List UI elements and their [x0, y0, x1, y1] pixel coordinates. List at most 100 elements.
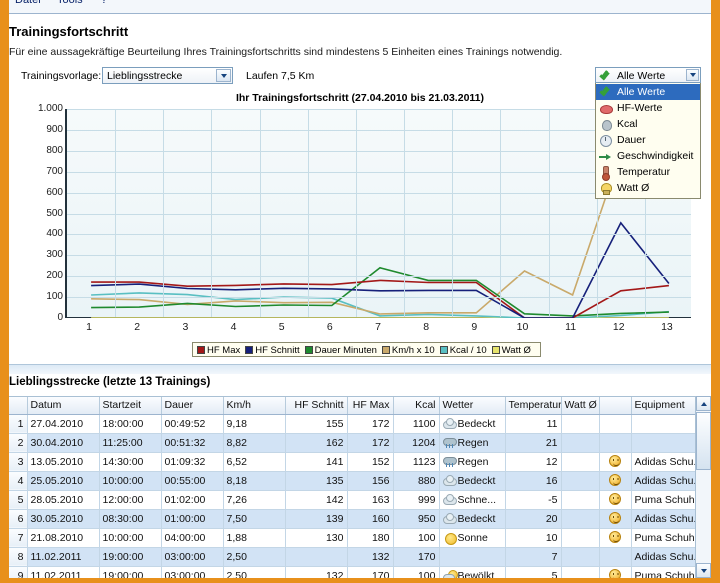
cell-kmh[interactable]: 2,50	[223, 547, 286, 567]
cell-startzeit[interactable]: 14:30:00	[99, 452, 162, 472]
table-row[interactable]: 8 11.02.2011 19:00:00 03:00:00 2,50 132 170 7 Ad…	[9, 547, 711, 567]
series-option-kcal[interactable]: Kcal	[596, 116, 700, 132]
cell-watt[interactable]	[561, 490, 600, 510]
table-row[interactable]: 2 30.04.2010 11:25:00 00:51:32 8,82 162 172 120…	[9, 433, 711, 453]
cell-wetter[interactable]: Schne...	[439, 490, 506, 510]
cell-hf-schnitt[interactable]: 142	[285, 490, 348, 510]
series-filter-dropdown-list[interactable]: Alle Werte HF-Werte Kcal Dauer Geschwind…	[595, 83, 701, 199]
cell-temperatur[interactable]: 7	[505, 547, 562, 567]
cell-kmh[interactable]: 9,18	[223, 414, 286, 434]
cell-hf-max[interactable]: 160	[347, 509, 394, 529]
scrollbar-thumb[interactable]	[696, 412, 711, 470]
cell-wetter[interactable]: Bedeckt	[439, 414, 506, 434]
table-header-startzeit[interactable]: Startzeit	[99, 397, 162, 415]
row-number-cell[interactable]: 3	[9, 452, 28, 472]
scroll-up-button[interactable]	[696, 396, 711, 411]
cell-hf-schnitt[interactable]: 139	[285, 509, 348, 529]
series-option-temperatur[interactable]: Temperatur	[596, 164, 700, 181]
cell-kcal[interactable]: 1204	[393, 433, 440, 453]
series-option-alle-werte[interactable]: Alle Werte	[596, 84, 700, 100]
cell-kcal[interactable]: 880	[393, 471, 440, 491]
cell-wetter[interactable]: Sonne	[439, 528, 506, 548]
cell-hf-max[interactable]: 156	[347, 471, 394, 491]
chevron-down-icon[interactable]	[216, 69, 231, 82]
cell-feeling[interactable]	[599, 452, 632, 472]
cell-datum[interactable]: 27.04.2010	[27, 414, 100, 434]
series-option-watt[interactable]: Watt Ø	[596, 180, 700, 196]
table-header-hf-schnitt[interactable]: HF Schnitt	[285, 397, 348, 415]
cell-startzeit[interactable]: 19:00:00	[99, 566, 162, 578]
cell-wetter[interactable]: Regen	[439, 452, 506, 472]
training-template-select[interactable]: Lieblingsstrecke	[102, 67, 233, 84]
table-row[interactable]: 7 21.08.2010 10:00:00 04:00:00 1,88 130 180 100…	[9, 528, 711, 548]
cell-temperatur[interactable]: 10	[505, 528, 562, 548]
cell-datum[interactable]: 28.05.2010	[27, 490, 100, 510]
cell-feeling[interactable]	[599, 433, 632, 453]
cell-startzeit[interactable]: 12:00:00	[99, 490, 162, 510]
table-row[interactable]: 6 30.05.2010 08:30:00 01:00:00 7,50 139 160 950…	[9, 509, 711, 529]
cell-feeling[interactable]	[599, 471, 632, 491]
cell-kcal[interactable]: 950	[393, 509, 440, 529]
cell-kmh[interactable]: 6,52	[223, 452, 286, 472]
chevron-down-icon[interactable]	[686, 69, 699, 81]
series-option-hf-werte[interactable]: HF-Werte	[596, 100, 700, 116]
cell-hf-schnitt[interactable]	[285, 547, 348, 567]
cell-hf-schnitt[interactable]: 130	[285, 528, 348, 548]
table-row[interactable]: 5 28.05.2010 12:00:00 01:02:00 7,26 142 163 999…	[9, 490, 711, 510]
cell-kmh[interactable]: 7,26	[223, 490, 286, 510]
menu-item-tools[interactable]: Tools	[57, 0, 83, 6]
table-header-blank[interactable]	[599, 397, 632, 415]
cell-datum[interactable]: 21.08.2010	[27, 528, 100, 548]
cell-kcal[interactable]: 100	[393, 566, 440, 578]
cell-hf-max[interactable]: 172	[347, 433, 394, 453]
cell-temperatur[interactable]: 16	[505, 471, 562, 491]
cell-feeling[interactable]	[599, 528, 632, 548]
cell-kmh[interactable]: 8,82	[223, 433, 286, 453]
cell-kmh[interactable]: 8,18	[223, 471, 286, 491]
cell-datum[interactable]: 11.02.2011	[27, 566, 100, 578]
cell-hf-max[interactable]: 132	[347, 547, 394, 567]
cell-wetter[interactable]: Bedeckt	[439, 471, 506, 491]
cell-wetter[interactable]: Bedeckt	[439, 509, 506, 529]
cell-hf-max[interactable]: 170	[347, 566, 394, 578]
table-row[interactable]: 4 25.05.2010 10:00:00 00:55:00 8,18 135 156 880…	[9, 471, 711, 491]
cell-watt[interactable]	[561, 452, 600, 472]
cell-hf-max[interactable]: 172	[347, 414, 394, 434]
cell-kcal[interactable]: 100	[393, 528, 440, 548]
cell-watt[interactable]	[561, 433, 600, 453]
table-header-kcal[interactable]: Kcal	[393, 397, 440, 415]
table-row[interactable]: 9 11.02.2011 19:00:00 03:00:00 2,50 132 170 100…	[9, 566, 711, 578]
cell-watt[interactable]	[561, 547, 600, 567]
cell-temperatur[interactable]: 12	[505, 452, 562, 472]
cell-kmh[interactable]: 1,88	[223, 528, 286, 548]
cell-kcal[interactable]: 1100	[393, 414, 440, 434]
cell-watt[interactable]	[561, 528, 600, 548]
cell-dauer[interactable]: 04:00:00	[161, 528, 224, 548]
row-number-cell[interactable]: 9	[9, 566, 28, 578]
table-row[interactable]: 1 27.04.2010 18:00:00 00:49:52 9,18 155 172 110…	[9, 414, 711, 434]
cell-dauer[interactable]: 03:00:00	[161, 547, 224, 567]
cell-datum[interactable]: 25.05.2010	[27, 471, 100, 491]
series-option-geschwindigkeit[interactable]: Geschwindigkeit	[596, 148, 700, 164]
cell-startzeit[interactable]: 11:25:00	[99, 433, 162, 453]
table-header-temperatur[interactable]: Temperatur	[505, 397, 562, 415]
cell-datum[interactable]: 30.04.2010	[27, 433, 100, 453]
table-header-hf-max[interactable]: HF Max	[347, 397, 394, 415]
cell-feeling[interactable]	[599, 414, 632, 434]
trainings-grid[interactable]: Datum Startzeit Dauer Km/h HF Schnitt HF…	[9, 396, 711, 578]
cell-temperatur[interactable]: -5	[505, 490, 562, 510]
cell-startzeit[interactable]: 10:00:00	[99, 528, 162, 548]
cell-watt[interactable]	[561, 471, 600, 491]
cell-wetter[interactable]	[439, 547, 506, 567]
table-header-datum[interactable]: Datum	[27, 397, 100, 415]
grid-vertical-scrollbar[interactable]	[695, 396, 711, 578]
cell-hf-schnitt[interactable]: 141	[285, 452, 348, 472]
cell-feeling[interactable]	[599, 547, 632, 567]
cell-watt[interactable]	[561, 414, 600, 434]
cell-dauer[interactable]: 01:02:00	[161, 490, 224, 510]
cell-watt[interactable]	[561, 566, 600, 578]
cell-datum[interactable]: 11.02.2011	[27, 547, 100, 567]
row-number-cell[interactable]: 1	[9, 414, 28, 434]
cell-temperatur[interactable]: 5	[505, 566, 562, 578]
table-header-dauer[interactable]: Dauer	[161, 397, 224, 415]
